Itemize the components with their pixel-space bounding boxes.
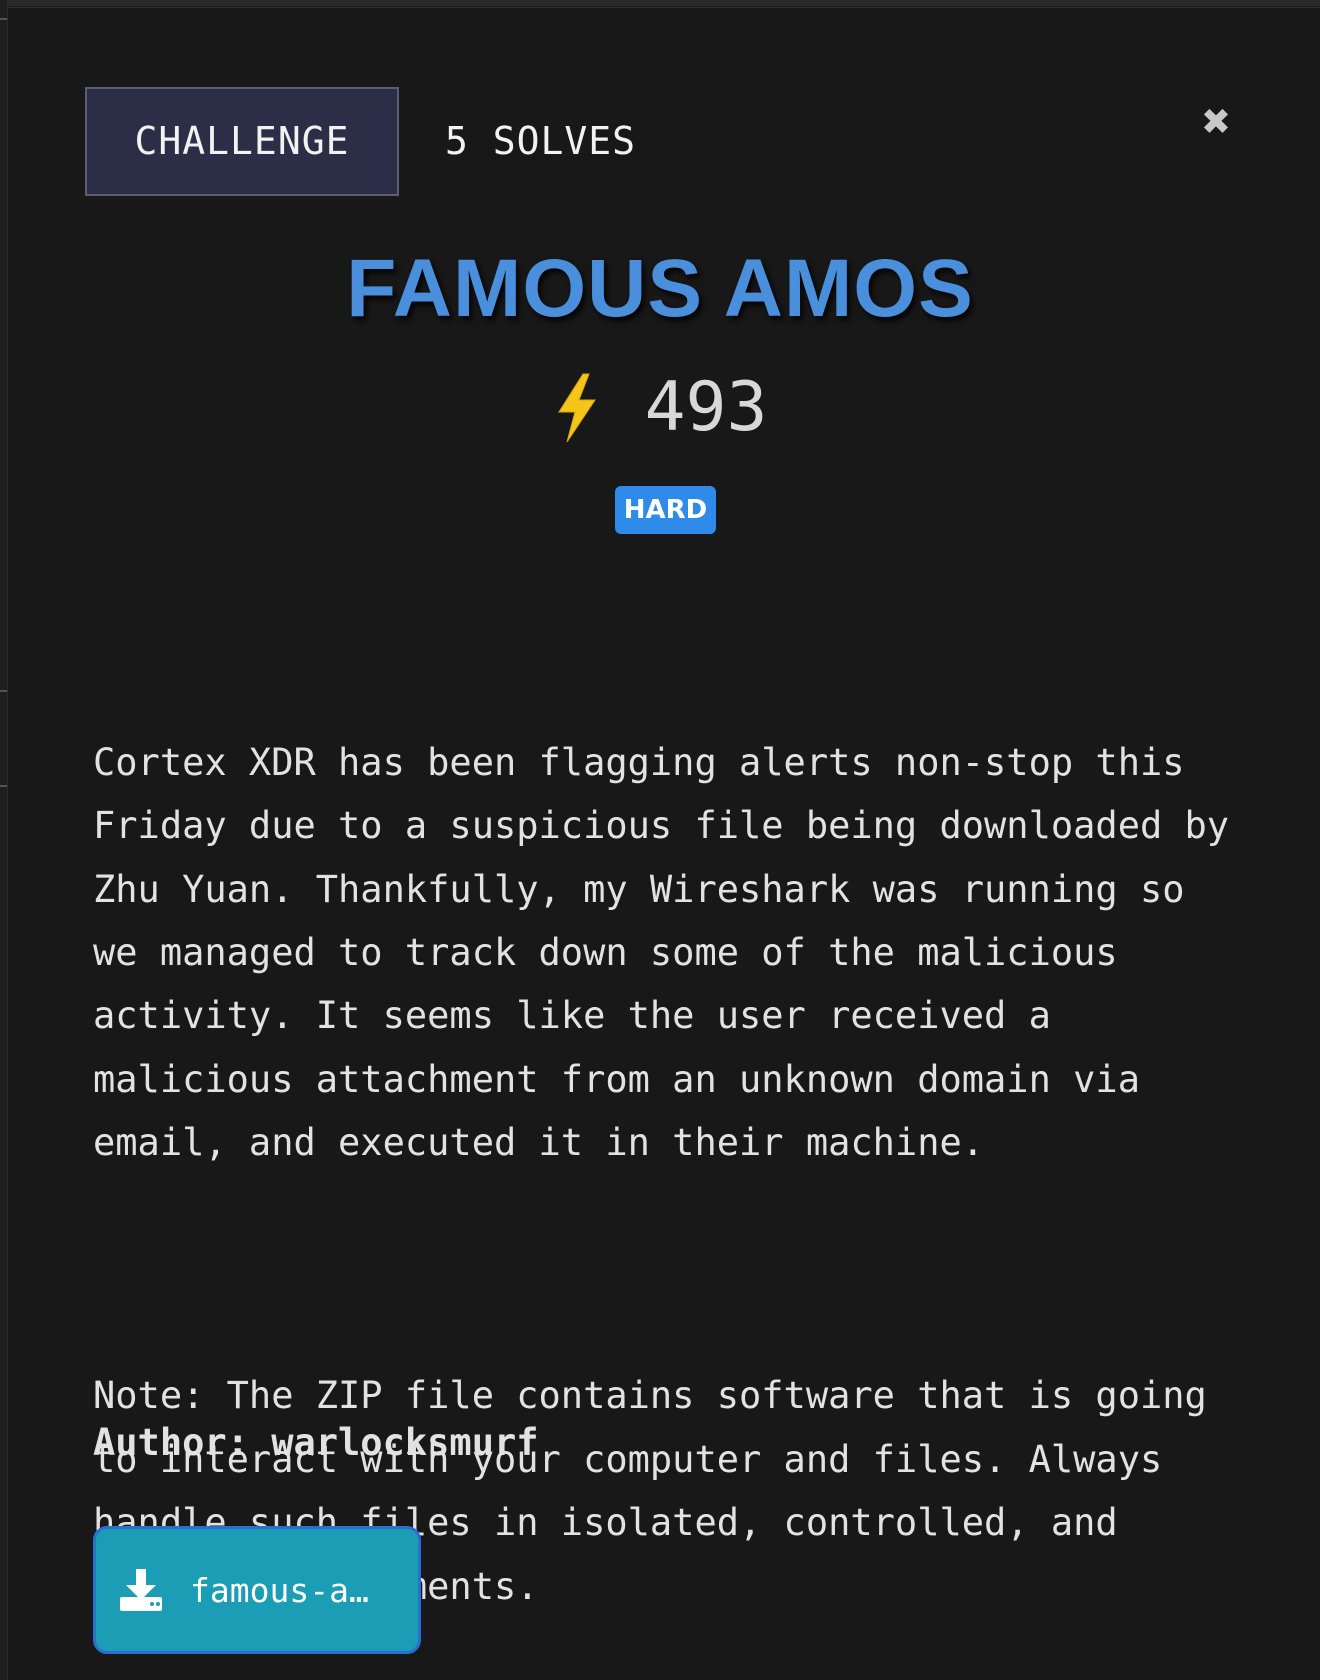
tab-challenge[interactable]: CHALLENGE (85, 86, 399, 196)
download-icon (120, 1569, 162, 1611)
download-file-button[interactable]: famous-a… (93, 1526, 421, 1654)
description-text: Cortex XDR has been flagging alerts non-… (93, 740, 1252, 1165)
edge-tick (0, 785, 7, 787)
tab-solves-label: 5 SOLVES (445, 119, 637, 163)
challenge-description: Cortex XDR has been flagging alerts non-… (93, 604, 1243, 1680)
backdrop-top-strip (0, 0, 1320, 6)
edge-tick (0, 18, 7, 20)
edge-tick (0, 690, 7, 692)
challenge-points: 493 (0, 368, 1320, 447)
author-line: Author: warlocksmurf (93, 1421, 539, 1464)
download-file-label: famous-a… (190, 1570, 369, 1610)
lightning-bolt-icon (557, 373, 596, 442)
points-value: 493 (644, 368, 768, 447)
challenge-title: FAMOUS AMOS (346, 243, 974, 334)
tab-challenge-label: CHALLENGE (134, 119, 350, 163)
close-icon[interactable]: ✖ (1198, 105, 1234, 141)
tab-solves[interactable]: 5 SOLVES (445, 119, 636, 163)
difficulty-badge: HARD (615, 486, 716, 534)
modal-tabs: CHALLENGE 5 SOLVES (85, 86, 636, 196)
